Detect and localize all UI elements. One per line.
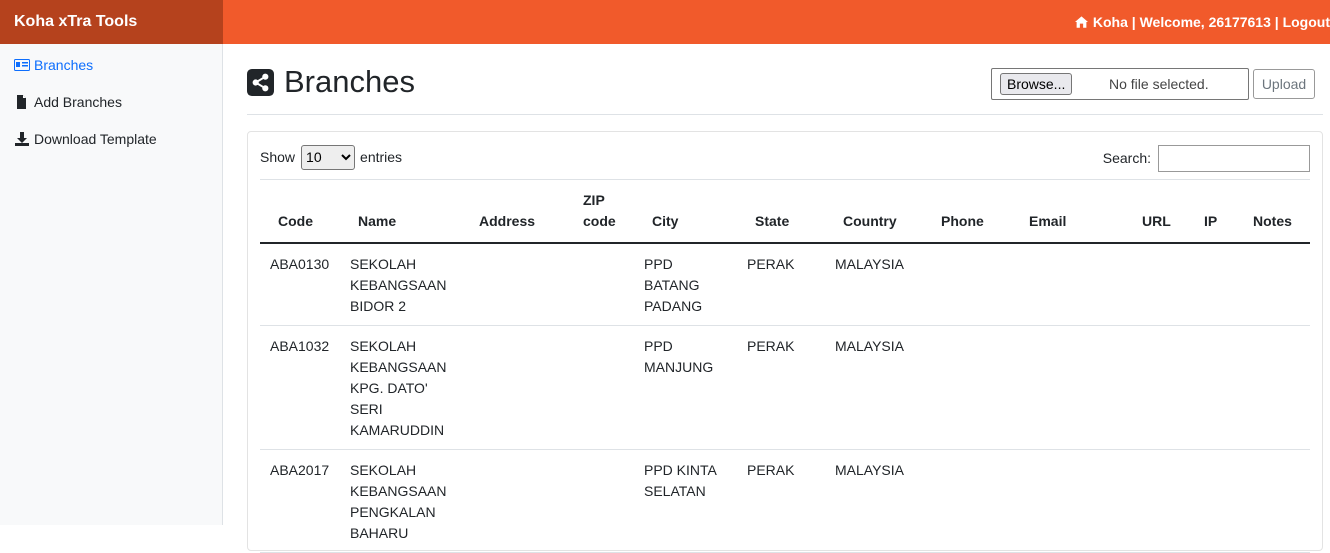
table-row: ABA0130 SEKOLAH KEBANGSAAN BIDOR 2 PPD B…	[260, 243, 1310, 326]
cell-zip	[573, 325, 634, 450]
sidebar-item-label: Download Template	[34, 131, 157, 147]
title-divider	[247, 114, 1323, 115]
show-label: Show	[260, 149, 296, 165]
browse-button[interactable]: Browse...	[1000, 73, 1073, 95]
welcome-text: Welcome, 26177613	[1139, 14, 1271, 30]
cell-notes	[1235, 325, 1310, 450]
cell-notes	[1235, 243, 1310, 326]
sidebar-item-add-branches[interactable]: Add Branches	[14, 92, 122, 112]
column-header-country[interactable]: Country	[825, 184, 923, 244]
sidebar-item-download-template[interactable]: Download Template	[14, 129, 157, 149]
search-input[interactable]	[1158, 144, 1310, 172]
cell-state: PERAK	[737, 325, 825, 450]
cell-zip	[573, 243, 634, 326]
upload-button[interactable]: Upload	[1253, 69, 1315, 99]
cell-email	[1011, 449, 1124, 553]
column-header-name[interactable]: Name	[340, 184, 469, 244]
page-title: Branches	[247, 64, 415, 100]
branches-table: Code Name Address ZIP code City State Co…	[260, 184, 1310, 553]
id-card-icon	[14, 59, 30, 71]
share-icon	[247, 68, 274, 96]
cell-name: SEKOLAH KEBANGSAAN KPG. DATO' SERI KAMAR…	[340, 325, 469, 450]
brand-title[interactable]: Koha xTra Tools	[0, 0, 223, 44]
sidebar-item-label: Branches	[34, 57, 94, 73]
sidebar-item-label: Add Branches	[34, 94, 122, 110]
entries-control: Show 10 entries	[260, 144, 402, 170]
file-input[interactable]: Browse... No file selected.	[991, 68, 1249, 100]
cell-state: PERAK	[737, 243, 825, 326]
cell-ip	[1186, 325, 1235, 450]
cell-city: PPD KINTA SELATAN	[634, 449, 737, 553]
cell-code: ABA0130	[260, 243, 340, 326]
cell-phone	[923, 243, 1011, 326]
cell-state: PERAK	[737, 449, 825, 553]
table-header-row: Code Name Address ZIP code City State Co…	[260, 184, 1310, 244]
cell-phone	[923, 325, 1011, 450]
column-header-code[interactable]: Code	[260, 184, 340, 244]
download-icon	[15, 132, 29, 146]
cell-code: ABA1032	[260, 325, 340, 450]
cell-email	[1011, 325, 1124, 450]
column-header-city[interactable]: City	[634, 184, 737, 244]
cell-country: MALAYSIA	[825, 449, 923, 553]
cell-city: PPD MANJUNG	[634, 325, 737, 450]
sidebar: Branches Add Branches Download Template	[0, 44, 223, 525]
cell-country: MALAYSIA	[825, 325, 923, 450]
table-row: ABA1032 SEKOLAH KEBANGSAAN KPG. DATO' SE…	[260, 325, 1310, 450]
cell-notes	[1235, 449, 1310, 553]
page-title-text: Branches	[284, 64, 415, 99]
entries-select[interactable]: 10	[301, 144, 356, 170]
home-icon[interactable]	[1074, 16, 1088, 28]
cell-address	[469, 325, 573, 450]
column-header-phone[interactable]: Phone	[923, 184, 1011, 244]
logout-link[interactable]: Logout	[1283, 0, 1330, 44]
search-label: Search:	[1102, 150, 1151, 166]
cell-ip	[1186, 449, 1235, 553]
cell-city: PPD BATANG PADANG	[634, 243, 737, 326]
user-nav: Koha | Welcome, 26177613 | Logout	[1074, 0, 1330, 44]
file-status: No file selected.	[1109, 76, 1209, 92]
file-icon	[17, 95, 26, 109]
cell-phone	[923, 449, 1011, 553]
column-header-email[interactable]: Email	[1011, 184, 1124, 244]
column-header-ip[interactable]: IP	[1186, 184, 1235, 244]
column-header-state[interactable]: State	[737, 184, 825, 244]
cell-name: SEKOLAH KEBANGSAAN PENGKALAN BAHARU	[340, 449, 469, 553]
table-row: ABA2017 SEKOLAH KEBANGSAAN PENGKALAN BAH…	[260, 449, 1310, 553]
cell-email	[1011, 243, 1124, 326]
top-navbar: Koha xTra Tools Koha | Welcome, 26177613…	[0, 0, 1330, 44]
entries-label: entries	[360, 149, 403, 165]
column-header-notes[interactable]: Notes	[1235, 184, 1310, 244]
column-header-zip[interactable]: ZIP code	[573, 184, 634, 244]
cell-address	[469, 243, 573, 326]
controls-divider	[260, 179, 1310, 180]
sidebar-item-branches[interactable]: Branches	[14, 55, 93, 75]
cell-name: SEKOLAH KEBANGSAAN BIDOR 2	[340, 243, 469, 326]
cell-url	[1124, 449, 1186, 553]
home-link[interactable]: Koha	[1093, 0, 1128, 44]
cell-code: ABA2017	[260, 449, 340, 553]
cell-zip	[573, 449, 634, 553]
column-header-address[interactable]: Address	[469, 184, 573, 244]
cell-url	[1124, 325, 1186, 450]
cell-country: MALAYSIA	[825, 243, 923, 326]
column-header-url[interactable]: URL	[1124, 184, 1186, 244]
main-content: Branches Browse... No file selected. Upl…	[223, 44, 1330, 553]
cell-address	[469, 449, 573, 553]
search-control: Search:	[1103, 144, 1310, 172]
cell-url	[1124, 243, 1186, 326]
cell-ip	[1186, 243, 1235, 326]
